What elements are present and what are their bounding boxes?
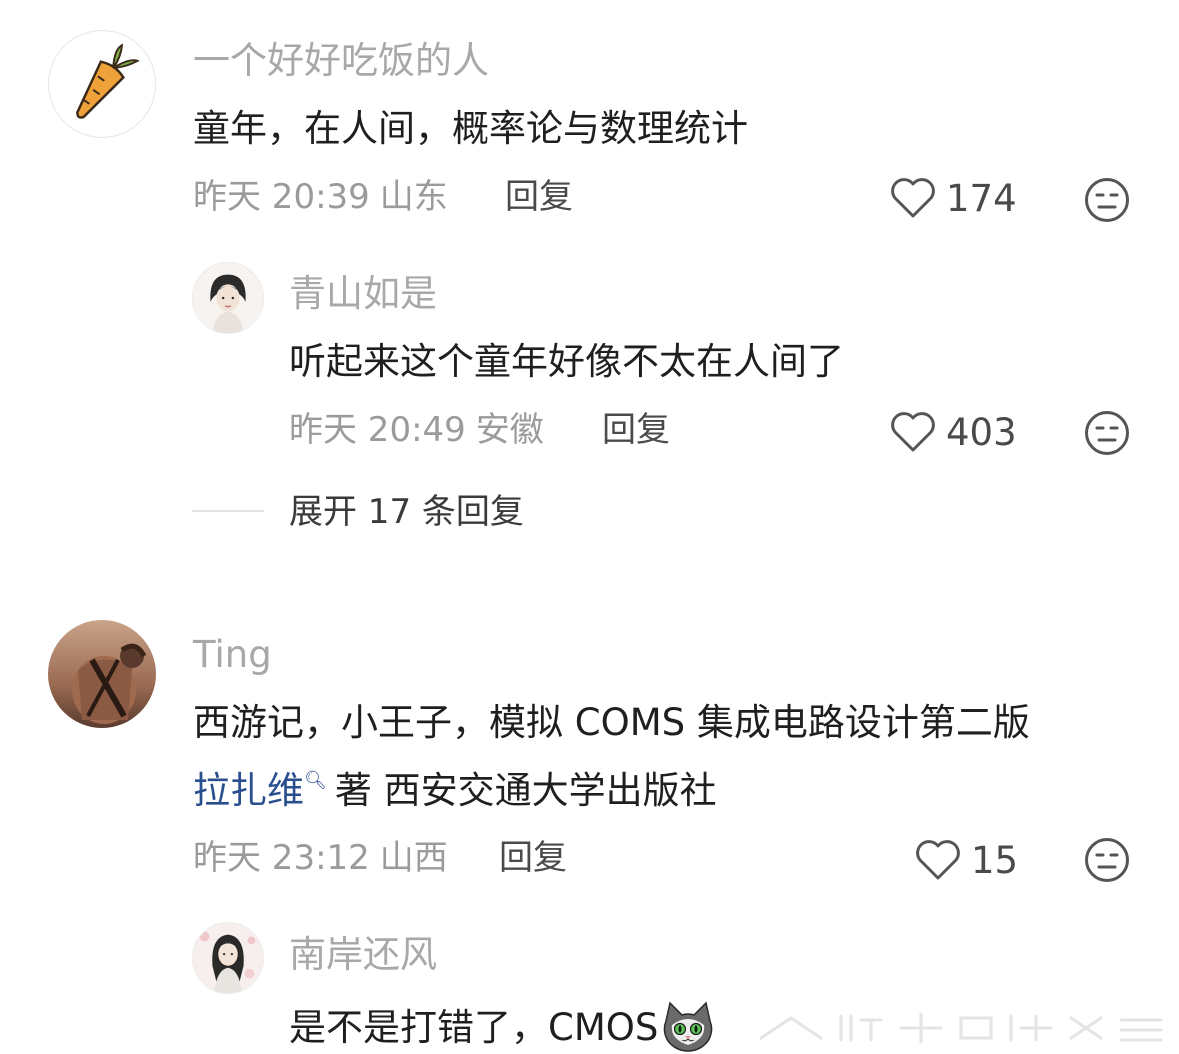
username[interactable]: Ting xyxy=(193,636,272,673)
reply-text-row: 是不是打错了，CMOS xyxy=(289,1001,716,1053)
dislike-emoji-button[interactable] xyxy=(1083,836,1131,884)
comment-location: 山东 xyxy=(379,177,448,217)
woman-portrait-icon xyxy=(193,263,263,333)
username[interactable]: 青山如是 xyxy=(289,275,437,312)
neutral-face-icon xyxy=(1085,411,1129,455)
username[interactable]: 南岸还风 xyxy=(289,936,437,973)
heart-icon xyxy=(891,412,935,452)
search-icon[interactable]: 🔍︎ xyxy=(304,772,327,790)
comment-text-rest: 著 西安交通大学出版社 xyxy=(334,769,717,812)
like-count: 15 xyxy=(971,838,1019,882)
avatar[interactable] xyxy=(48,620,156,728)
username[interactable]: 一个好好吃饭的人 xyxy=(193,42,489,79)
comment-time: 昨天 23:12 xyxy=(193,838,370,878)
comment-meta: 昨天 20:39 山东 xyxy=(193,180,448,214)
dislike-emoji-button[interactable] xyxy=(1083,176,1131,224)
watermark xyxy=(759,1012,1163,1044)
neutral-face-icon xyxy=(1085,838,1129,882)
warrior-portrait-icon xyxy=(48,620,156,728)
avatar[interactable] xyxy=(192,262,264,334)
like-button[interactable]: 174 xyxy=(890,174,1017,222)
like-button[interactable]: 15 xyxy=(915,836,1018,884)
like-count: 174 xyxy=(946,176,1017,220)
comment-text: 西游记，小王子，模拟 COMS 集成电路设计第二版 xyxy=(193,701,1030,744)
reply-location: 安徽 xyxy=(475,410,544,450)
comment-location: 山西 xyxy=(379,838,448,878)
reply-text: 听起来这个童年好像不太在人间了 xyxy=(289,340,844,383)
woman-portrait-icon xyxy=(193,923,263,993)
comment-text: 童年，在人间，概率论与数理统计 xyxy=(193,107,748,150)
neutral-face-icon xyxy=(1085,178,1129,222)
like-button[interactable]: 403 xyxy=(890,408,1017,456)
comment-meta: 昨天 23:12 山西 xyxy=(193,841,448,875)
cat-emoji-icon xyxy=(664,1001,713,1052)
reply-button[interactable]: 回复 xyxy=(499,841,567,875)
like-count: 403 xyxy=(946,410,1017,454)
comment-time: 昨天 20:39 xyxy=(193,177,370,217)
heart-icon xyxy=(891,178,935,218)
reply-button[interactable]: 回复 xyxy=(505,180,573,214)
reply-button[interactable]: 回复 xyxy=(602,413,670,447)
carrot-icon xyxy=(76,43,140,119)
reply-time: 昨天 20:49 xyxy=(289,410,466,450)
reply-text: 是不是打错了，CMOS xyxy=(289,1005,659,1049)
avatar[interactable] xyxy=(48,30,156,138)
search-link[interactable]: 拉扎维 xyxy=(193,769,304,812)
reply-meta: 昨天 20:49 安徽 xyxy=(289,413,544,447)
comment-text-line2: 拉扎维🔍︎ 著 西安交通大学出版社 xyxy=(193,769,717,812)
expand-divider xyxy=(192,510,264,512)
heart-icon xyxy=(916,840,960,880)
dislike-emoji-button[interactable] xyxy=(1083,409,1131,457)
avatar[interactable] xyxy=(192,922,264,994)
expand-replies-button[interactable]: 展开 17 条回复 xyxy=(289,495,524,529)
